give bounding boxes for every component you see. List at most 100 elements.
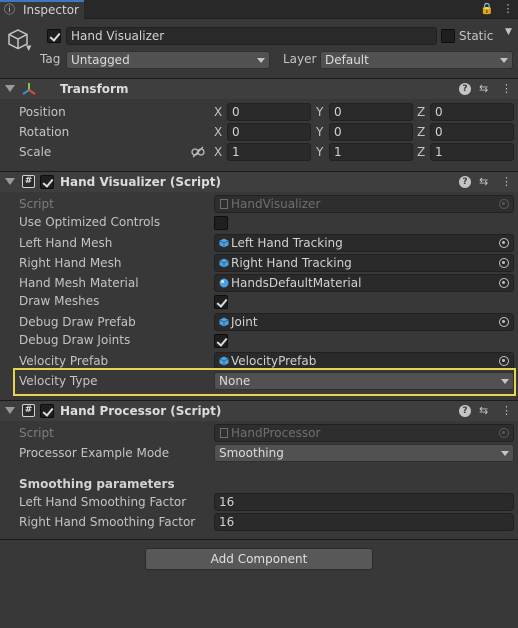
constrain-proportions-icon[interactable] [191, 146, 205, 158]
presets-icon[interactable]: ⇆ [479, 175, 488, 188]
mode-value: Smoothing [219, 446, 284, 460]
left-factor-field[interactable]: 16 [214, 493, 514, 511]
right-factor-field[interactable]: 16 [214, 513, 514, 531]
lock-icon[interactable]: 🔒 [480, 2, 494, 16]
info-icon: ⓘ [4, 3, 15, 16]
component-menu-icon[interactable]: ⋮ [501, 82, 512, 95]
tag-label: Tag [40, 52, 61, 66]
left-mesh-label: Left Hand Mesh [19, 236, 113, 250]
debug-prefab-label: Debug Draw Prefab [19, 315, 136, 329]
csharp-script-icon: # [22, 404, 35, 417]
draw-meshes-label: Draw Meshes [19, 294, 100, 308]
material-label: Hand Mesh Material [19, 276, 139, 290]
script-value: HandVisualizer [231, 197, 321, 211]
velocity-prefab-label: Velocity Prefab [19, 354, 109, 368]
axis-y-label: Y [316, 125, 324, 139]
scale-z-field[interactable]: 1 [430, 143, 514, 161]
position-z-field[interactable]: 0 [430, 103, 514, 121]
position-label: Position [19, 105, 66, 119]
layer-label: Layer [283, 52, 317, 66]
prefab-icon [219, 317, 229, 327]
object-picker-icon [499, 428, 509, 438]
smoothing-section-label: Smoothing parameters [19, 477, 175, 491]
left-mesh-value: Left Hand Tracking [231, 236, 343, 250]
hand-processor-header[interactable]: # Hand Processor (Script) ? ⇆ ⋮ [0, 400, 518, 421]
layer-value: Default [325, 53, 369, 67]
right-mesh-field[interactable]: Right Hand Tracking [214, 254, 514, 272]
transform-header[interactable]: Transform ? ⇆ ⋮ [0, 78, 518, 99]
icon-dropdown-arrow-icon[interactable]: ▼ [26, 44, 31, 52]
tab-label: Inspector [23, 3, 79, 17]
left-factor-label: Left Hand Smoothing Factor [19, 495, 187, 509]
left-mesh-field[interactable]: Left Hand Tracking [214, 234, 514, 252]
fold-arrow-icon[interactable] [5, 178, 15, 185]
mode-label: Processor Example Mode [19, 446, 170, 460]
material-sphere-icon [219, 278, 229, 288]
tag-value: Untagged [71, 53, 130, 67]
use-optimized-checkbox[interactable] [214, 216, 228, 230]
presets-icon[interactable]: ⇆ [479, 82, 488, 95]
tag-dropdown[interactable]: Untagged [66, 51, 270, 69]
object-picker-icon [499, 199, 509, 209]
hand-processor-title: Hand Processor (Script) [60, 404, 222, 418]
transform-title: Transform [60, 82, 129, 96]
axis-z-label: Z [417, 125, 426, 139]
script-value: HandProcessor [231, 426, 321, 440]
help-icon[interactable]: ? [459, 176, 471, 188]
material-field[interactable]: HandsDefaultMaterial [214, 274, 514, 292]
component-menu-icon[interactable]: ⋮ [501, 404, 512, 417]
scale-label: Scale [19, 145, 52, 159]
scale-y-field[interactable]: 1 [329, 143, 413, 161]
active-checkbox[interactable] [47, 29, 61, 43]
help-icon[interactable]: ? [459, 83, 471, 95]
layer-dropdown[interactable]: Default [320, 51, 513, 69]
position-x-field[interactable]: 0 [227, 103, 311, 121]
object-picker-icon[interactable] [499, 258, 509, 268]
debug-prefab-field[interactable]: Joint [214, 313, 514, 331]
velocity-type-dropdown[interactable]: None [214, 372, 514, 390]
script-label: Script [19, 426, 54, 440]
axis-z-label: Z [417, 105, 426, 119]
draw-meshes-checkbox[interactable] [214, 295, 228, 309]
velocity-type-label: Velocity Type [19, 374, 98, 388]
static-checkbox[interactable] [441, 29, 455, 43]
right-mesh-label: Right Hand Mesh [19, 256, 122, 270]
enabled-checkbox[interactable] [40, 175, 54, 189]
divider [0, 539, 518, 540]
rotation-y-field[interactable]: 0 [329, 123, 413, 141]
hand-visualizer-header[interactable]: # Hand Visualizer (Script) ? ⇆ ⋮ [0, 171, 518, 192]
axis-x-label: X [214, 125, 223, 139]
fold-arrow-icon[interactable] [5, 85, 15, 92]
mode-dropdown[interactable]: Smoothing [214, 444, 514, 462]
prefab-icon [219, 258, 229, 268]
tab-bar: ⓘ Inspector 🔒 ⋮ [0, 0, 518, 20]
scale-x-field[interactable]: 1 [227, 143, 311, 161]
more-menu-icon[interactable]: ⋮ [502, 2, 514, 16]
object-picker-icon[interactable] [499, 356, 509, 366]
object-picker-icon[interactable] [499, 278, 509, 288]
right-mesh-value: Right Hand Tracking [231, 256, 352, 270]
transform-axes-icon [22, 83, 36, 95]
chevron-down-icon [501, 379, 509, 384]
debug-joints-checkbox[interactable] [214, 334, 228, 348]
static-dropdown-icon[interactable]: ▼ [505, 27, 512, 37]
axis-y-label: Y [316, 105, 324, 119]
add-component-button[interactable]: Add Component [145, 548, 373, 570]
help-icon[interactable]: ? [459, 405, 471, 417]
component-menu-icon[interactable]: ⋮ [501, 175, 512, 188]
script-field: HandVisualizer [214, 195, 514, 213]
rotation-x-field[interactable]: 0 [227, 123, 311, 141]
position-y-field[interactable]: 0 [329, 103, 413, 121]
rotation-z-field[interactable]: 0 [430, 123, 514, 141]
name-field[interactable]: Hand Visualizer [66, 27, 437, 45]
tab-inspector[interactable]: ⓘ Inspector [0, 0, 84, 20]
fold-arrow-icon[interactable] [5, 407, 15, 414]
use-optimized-label: Use Optimized Controls [19, 215, 161, 229]
object-picker-icon[interactable] [499, 238, 509, 248]
static-label: Static [459, 29, 494, 43]
presets-icon[interactable]: ⇆ [479, 404, 488, 417]
object-picker-icon[interactable] [499, 317, 509, 327]
axis-x-label: X [214, 145, 223, 159]
enabled-checkbox[interactable] [40, 404, 54, 418]
script-file-icon [220, 199, 228, 209]
